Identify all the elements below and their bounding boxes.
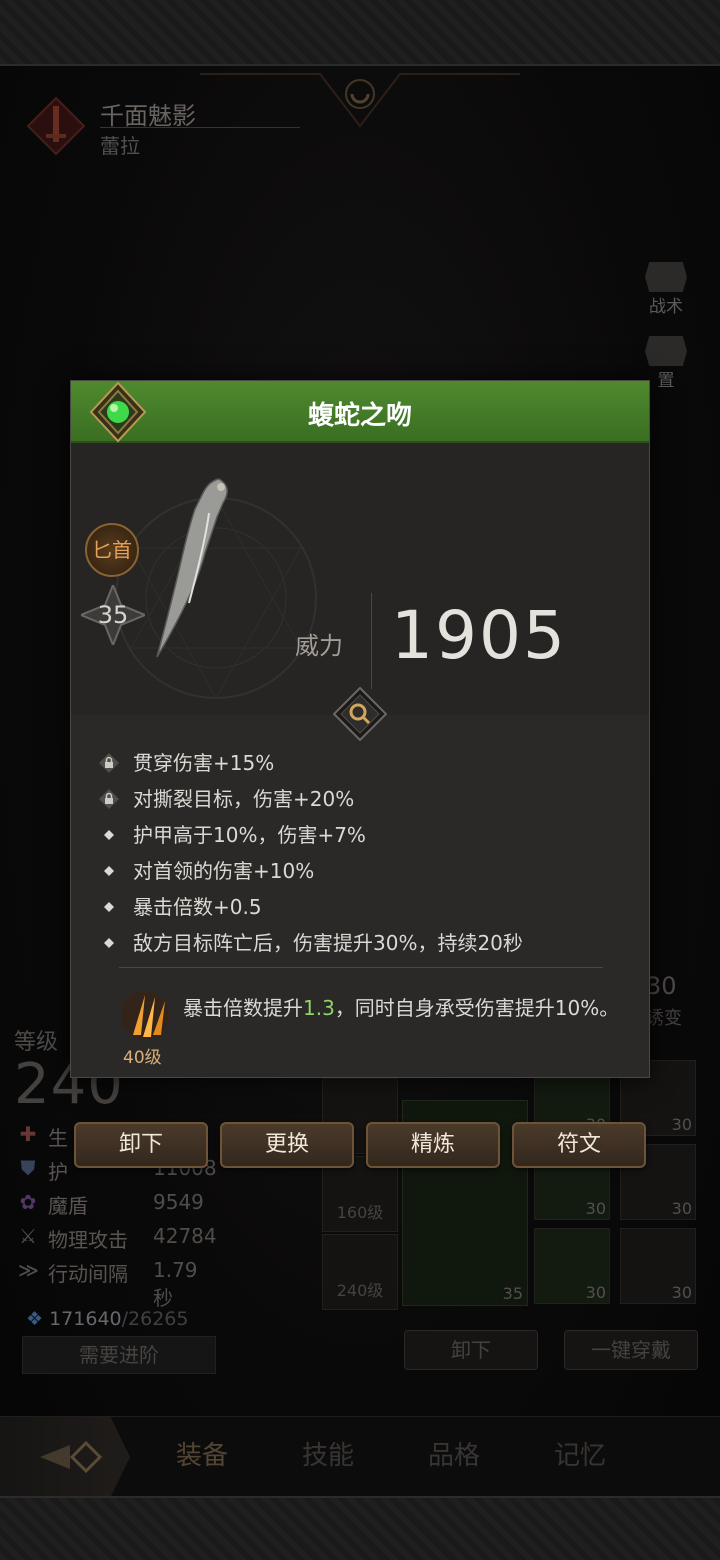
item-level: 35: [97, 601, 129, 629]
attribute-list: 贯穿伤害+15% 对撕裂目标，伤害+20% 护甲高于10%，伤害+7% 对首领的…: [95, 745, 523, 961]
attribute-text: 暴击倍数+0.5: [133, 895, 262, 919]
talent-value: 1.3: [303, 996, 335, 1020]
attribute-text: 对首领的伤害+10%: [133, 859, 315, 883]
talent-level: 40级: [123, 1048, 162, 1068]
lock-icon: [99, 789, 119, 809]
item-title: 蝮蛇之吻: [307, 401, 412, 431]
attribute-row: 对撕裂目标，伤害+20%: [95, 781, 523, 817]
diamond-icon: [104, 902, 114, 912]
inspect-magnifier-icon[interactable]: [333, 687, 387, 741]
attribute-row: 贯穿伤害+15%: [95, 745, 523, 781]
attribute-text: 贯穿伤害+15%: [133, 751, 275, 775]
dagger-item-icon: [156, 478, 228, 658]
attribute-text: 对撕裂目标，伤害+20%: [133, 787, 355, 811]
section-divider: [119, 967, 603, 968]
attribute-row: 敌方目标阵亡后，伤害提升30%，持续20秒: [95, 925, 523, 961]
replace-button[interactable]: 更换: [220, 1122, 354, 1168]
unequip-button[interactable]: 卸下: [74, 1122, 208, 1168]
refine-button[interactable]: 精炼: [366, 1122, 500, 1168]
item-level-badge: 35: [78, 582, 148, 648]
attribute-row: 对首领的伤害+10%: [95, 853, 523, 889]
attribute-text: 护甲高于10%，伤害+7%: [133, 823, 366, 847]
item-detail-modal: 蝮蛇之吻 匕首 35 威力 1905 贯穿伤害+15% 对撕裂目标，伤害+20%…: [70, 380, 650, 1078]
power-divider: [371, 593, 372, 689]
rune-button[interactable]: 符文: [512, 1122, 646, 1168]
diamond-icon: [104, 866, 114, 876]
diamond-icon: [104, 938, 114, 948]
attribute-text: 敌方目标阵亡后，伤害提升30%，持续20秒: [133, 931, 523, 955]
talent-text-post: ，同时自身承受伤害提升10%。: [334, 996, 620, 1020]
talent-text-pre: 暴击倍数提升: [183, 996, 303, 1020]
talent-claw-icon: [121, 991, 169, 1039]
power-value: 1905: [391, 597, 567, 674]
modal-header: 蝮蛇之吻: [71, 381, 649, 443]
item-summary: 匕首 35 威力 1905: [71, 443, 649, 715]
attribute-row: 护甲高于10%，伤害+7%: [95, 817, 523, 853]
item-type-badge: 匕首: [85, 523, 139, 577]
diamond-icon: [104, 830, 114, 840]
power-label: 威力: [295, 632, 343, 660]
talent-description: 暴击倍数提升1.3，同时自身承受伤害提升10%。: [183, 993, 623, 1024]
lock-icon: [99, 753, 119, 773]
attribute-row: 暴击倍数+0.5: [95, 889, 523, 925]
